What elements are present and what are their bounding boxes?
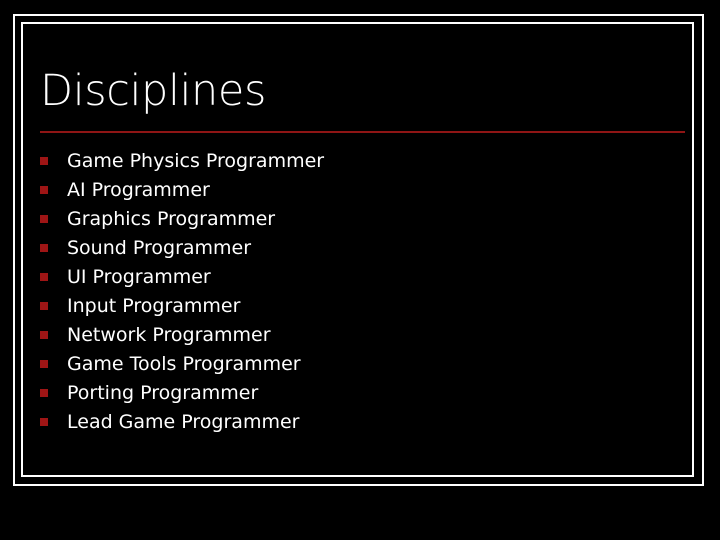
square-bullet-icon	[40, 359, 48, 368]
list-item-label: Network Programmer	[67, 323, 271, 346]
list-item-label: Lead Game Programmer	[67, 410, 300, 433]
list-item-label: Sound Programmer	[67, 236, 252, 259]
list-item: Input Programmer	[40, 291, 680, 320]
list-item-label: UI Programmer	[67, 265, 211, 288]
list-item: AI Programmer	[40, 175, 680, 204]
square-bullet-icon	[40, 417, 48, 426]
list-item-label: Game Physics Programmer	[67, 149, 325, 172]
list-item-label: Graphics Programmer	[67, 207, 276, 230]
list-item: Network Programmer	[40, 320, 680, 349]
square-bullet-icon	[40, 330, 48, 339]
square-bullet-icon	[40, 156, 48, 165]
list-item: UI Programmer	[40, 262, 680, 291]
list-item-label: Porting Programmer	[67, 381, 259, 404]
square-bullet-icon	[40, 185, 48, 194]
square-bullet-icon	[40, 214, 48, 223]
list-item: Graphics Programmer	[40, 204, 680, 233]
list-item: Game Tools Programmer	[40, 349, 680, 378]
list-item: Game Physics Programmer	[40, 146, 680, 175]
square-bullet-icon	[40, 243, 48, 252]
page-title: Disciplines	[40, 66, 266, 116]
list-item-label: AI Programmer	[67, 178, 210, 201]
list-item-label: Game Tools Programmer	[67, 352, 301, 375]
list-item-label: Input Programmer	[67, 294, 241, 317]
slide-content-area: Disciplines Game Physics Programmer AI P…	[23, 24, 692, 475]
presentation-slide: Disciplines Game Physics Programmer AI P…	[0, 0, 720, 540]
list-item: Sound Programmer	[40, 233, 680, 262]
list-item: Lead Game Programmer	[40, 407, 680, 436]
title-divider-rule	[40, 131, 685, 133]
discipline-list: Game Physics Programmer AI Programmer Gr…	[40, 146, 680, 436]
square-bullet-icon	[40, 301, 48, 310]
list-item: Porting Programmer	[40, 378, 680, 407]
square-bullet-icon	[40, 388, 48, 397]
square-bullet-icon	[40, 272, 48, 281]
